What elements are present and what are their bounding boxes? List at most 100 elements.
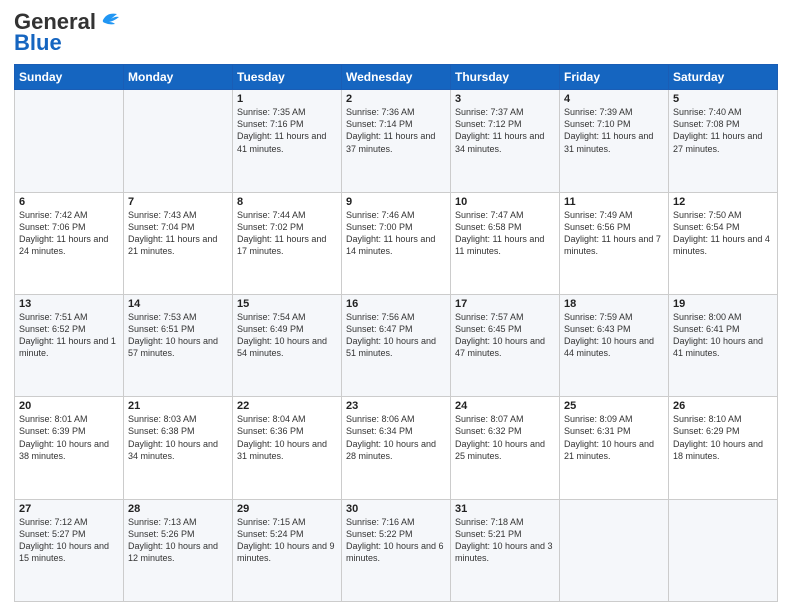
day-number: 14 — [128, 298, 228, 310]
calendar-cell: 1Sunrise: 7:35 AMSunset: 7:16 PMDaylight… — [233, 90, 342, 192]
weekday-header-sunday: Sunday — [15, 65, 124, 90]
day-info: Sunrise: 7:42 AMSunset: 7:06 PMDaylight:… — [19, 209, 119, 258]
day-info: Sunrise: 8:01 AMSunset: 6:39 PMDaylight:… — [19, 413, 119, 462]
logo-blue-text: Blue — [14, 30, 62, 56]
calendar-cell: 26Sunrise: 8:10 AMSunset: 6:29 PMDayligh… — [669, 397, 778, 499]
day-number: 26 — [673, 400, 773, 412]
day-number: 13 — [19, 298, 119, 310]
day-number: 4 — [564, 93, 664, 105]
calendar-cell: 9Sunrise: 7:46 AMSunset: 7:00 PMDaylight… — [342, 192, 451, 294]
calendar-table: SundayMondayTuesdayWednesdayThursdayFrid… — [14, 64, 778, 602]
calendar-cell: 21Sunrise: 8:03 AMSunset: 6:38 PMDayligh… — [124, 397, 233, 499]
calendar-cell — [15, 90, 124, 192]
day-number: 19 — [673, 298, 773, 310]
day-info: Sunrise: 7:51 AMSunset: 6:52 PMDaylight:… — [19, 311, 119, 360]
day-number: 30 — [346, 503, 446, 515]
day-number: 7 — [128, 196, 228, 208]
calendar-cell: 12Sunrise: 7:50 AMSunset: 6:54 PMDayligh… — [669, 192, 778, 294]
day-number: 3 — [455, 93, 555, 105]
calendar-cell: 8Sunrise: 7:44 AMSunset: 7:02 PMDaylight… — [233, 192, 342, 294]
day-info: Sunrise: 7:47 AMSunset: 6:58 PMDaylight:… — [455, 209, 555, 258]
day-info: Sunrise: 7:37 AMSunset: 7:12 PMDaylight:… — [455, 106, 555, 155]
calendar-cell: 7Sunrise: 7:43 AMSunset: 7:04 PMDaylight… — [124, 192, 233, 294]
day-number: 24 — [455, 400, 555, 412]
day-number: 12 — [673, 196, 773, 208]
day-number: 9 — [346, 196, 446, 208]
calendar-cell: 15Sunrise: 7:54 AMSunset: 6:49 PMDayligh… — [233, 294, 342, 396]
calendar-body: 1Sunrise: 7:35 AMSunset: 7:16 PMDaylight… — [15, 90, 778, 602]
day-info: Sunrise: 7:35 AMSunset: 7:16 PMDaylight:… — [237, 106, 337, 155]
day-info: Sunrise: 7:15 AMSunset: 5:24 PMDaylight:… — [237, 516, 337, 565]
logo-bird-icon — [99, 10, 121, 30]
day-number: 16 — [346, 298, 446, 310]
calendar-cell: 29Sunrise: 7:15 AMSunset: 5:24 PMDayligh… — [233, 499, 342, 601]
calendar-cell: 16Sunrise: 7:56 AMSunset: 6:47 PMDayligh… — [342, 294, 451, 396]
calendar-cell: 4Sunrise: 7:39 AMSunset: 7:10 PMDaylight… — [560, 90, 669, 192]
calendar-cell: 6Sunrise: 7:42 AMSunset: 7:06 PMDaylight… — [15, 192, 124, 294]
day-number: 11 — [564, 196, 664, 208]
day-info: Sunrise: 7:40 AMSunset: 7:08 PMDaylight:… — [673, 106, 773, 155]
day-info: Sunrise: 7:36 AMSunset: 7:14 PMDaylight:… — [346, 106, 446, 155]
day-number: 23 — [346, 400, 446, 412]
day-number: 15 — [237, 298, 337, 310]
day-info: Sunrise: 7:39 AMSunset: 7:10 PMDaylight:… — [564, 106, 664, 155]
day-number: 10 — [455, 196, 555, 208]
day-number: 27 — [19, 503, 119, 515]
calendar-cell — [124, 90, 233, 192]
calendar-cell: 25Sunrise: 8:09 AMSunset: 6:31 PMDayligh… — [560, 397, 669, 499]
calendar-header: SundayMondayTuesdayWednesdayThursdayFrid… — [15, 65, 778, 90]
header: General Blue — [14, 10, 778, 56]
weekday-header-wednesday: Wednesday — [342, 65, 451, 90]
weekday-header-friday: Friday — [560, 65, 669, 90]
day-number: 6 — [19, 196, 119, 208]
logo: General Blue — [14, 10, 121, 56]
calendar-cell: 19Sunrise: 8:00 AMSunset: 6:41 PMDayligh… — [669, 294, 778, 396]
day-info: Sunrise: 8:09 AMSunset: 6:31 PMDaylight:… — [564, 413, 664, 462]
day-number: 5 — [673, 93, 773, 105]
calendar-cell — [560, 499, 669, 601]
day-info: Sunrise: 7:56 AMSunset: 6:47 PMDaylight:… — [346, 311, 446, 360]
day-info: Sunrise: 7:57 AMSunset: 6:45 PMDaylight:… — [455, 311, 555, 360]
day-info: Sunrise: 7:49 AMSunset: 6:56 PMDaylight:… — [564, 209, 664, 258]
day-number: 22 — [237, 400, 337, 412]
day-info: Sunrise: 7:59 AMSunset: 6:43 PMDaylight:… — [564, 311, 664, 360]
calendar-cell: 22Sunrise: 8:04 AMSunset: 6:36 PMDayligh… — [233, 397, 342, 499]
calendar-cell: 20Sunrise: 8:01 AMSunset: 6:39 PMDayligh… — [15, 397, 124, 499]
calendar-cell: 10Sunrise: 7:47 AMSunset: 6:58 PMDayligh… — [451, 192, 560, 294]
day-number: 25 — [564, 400, 664, 412]
calendar-cell: 27Sunrise: 7:12 AMSunset: 5:27 PMDayligh… — [15, 499, 124, 601]
calendar-cell: 28Sunrise: 7:13 AMSunset: 5:26 PMDayligh… — [124, 499, 233, 601]
day-number: 1 — [237, 93, 337, 105]
weekday-header-monday: Monday — [124, 65, 233, 90]
day-number: 20 — [19, 400, 119, 412]
day-number: 18 — [564, 298, 664, 310]
calendar-cell: 14Sunrise: 7:53 AMSunset: 6:51 PMDayligh… — [124, 294, 233, 396]
calendar-cell: 24Sunrise: 8:07 AMSunset: 6:32 PMDayligh… — [451, 397, 560, 499]
day-info: Sunrise: 7:54 AMSunset: 6:49 PMDaylight:… — [237, 311, 337, 360]
calendar-cell: 31Sunrise: 7:18 AMSunset: 5:21 PMDayligh… — [451, 499, 560, 601]
calendar-cell — [669, 499, 778, 601]
day-number: 8 — [237, 196, 337, 208]
day-number: 29 — [237, 503, 337, 515]
calendar-cell: 5Sunrise: 7:40 AMSunset: 7:08 PMDaylight… — [669, 90, 778, 192]
calendar-cell: 2Sunrise: 7:36 AMSunset: 7:14 PMDaylight… — [342, 90, 451, 192]
weekday-header-saturday: Saturday — [669, 65, 778, 90]
calendar-cell: 23Sunrise: 8:06 AMSunset: 6:34 PMDayligh… — [342, 397, 451, 499]
calendar-cell: 18Sunrise: 7:59 AMSunset: 6:43 PMDayligh… — [560, 294, 669, 396]
day-info: Sunrise: 8:07 AMSunset: 6:32 PMDaylight:… — [455, 413, 555, 462]
day-info: Sunrise: 7:53 AMSunset: 6:51 PMDaylight:… — [128, 311, 228, 360]
day-info: Sunrise: 7:12 AMSunset: 5:27 PMDaylight:… — [19, 516, 119, 565]
day-info: Sunrise: 7:44 AMSunset: 7:02 PMDaylight:… — [237, 209, 337, 258]
day-info: Sunrise: 8:03 AMSunset: 6:38 PMDaylight:… — [128, 413, 228, 462]
day-number: 31 — [455, 503, 555, 515]
day-info: Sunrise: 7:16 AMSunset: 5:22 PMDaylight:… — [346, 516, 446, 565]
calendar-cell: 13Sunrise: 7:51 AMSunset: 6:52 PMDayligh… — [15, 294, 124, 396]
calendar-cell: 17Sunrise: 7:57 AMSunset: 6:45 PMDayligh… — [451, 294, 560, 396]
weekday-header-tuesday: Tuesday — [233, 65, 342, 90]
day-number: 2 — [346, 93, 446, 105]
day-info: Sunrise: 7:13 AMSunset: 5:26 PMDaylight:… — [128, 516, 228, 565]
day-info: Sunrise: 8:00 AMSunset: 6:41 PMDaylight:… — [673, 311, 773, 360]
day-info: Sunrise: 7:50 AMSunset: 6:54 PMDaylight:… — [673, 209, 773, 258]
calendar-cell: 30Sunrise: 7:16 AMSunset: 5:22 PMDayligh… — [342, 499, 451, 601]
calendar-page: General Blue SundayMondayTuesdayWednesda… — [0, 0, 792, 612]
